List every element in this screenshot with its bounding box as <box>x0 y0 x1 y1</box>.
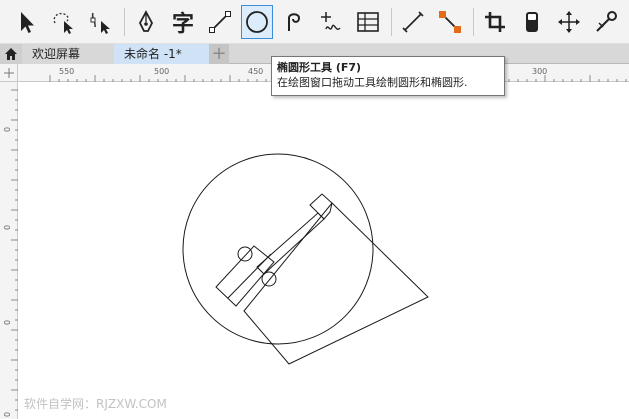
freehand-pick-tool-button[interactable] <box>47 5 79 39</box>
home-tab[interactable] <box>0 44 22 64</box>
connector-icon <box>439 11 461 33</box>
eyedropper-icon <box>596 11 617 32</box>
table-grid-icon <box>357 12 379 32</box>
ruler-label: 550 <box>59 67 74 76</box>
ruler-origin-icon <box>4 68 14 78</box>
tab-untitled-document[interactable]: 未命名 -1* <box>114 44 209 64</box>
eyedropper-tool-button[interactable] <box>590 5 622 39</box>
fill-tool-button[interactable] <box>516 5 548 39</box>
ruler-label: 500 <box>154 67 169 76</box>
drawing-canvas[interactable] <box>18 82 629 419</box>
lasso-pointer-icon <box>53 12 73 34</box>
move-arrows-icon <box>558 11 580 33</box>
node-pointer-icon <box>90 12 110 34</box>
pen-nib-icon <box>138 10 154 32</box>
new-tab-button[interactable]: + <box>209 44 229 64</box>
crop-icon <box>485 12 505 32</box>
ruler-label: 0 <box>3 412 12 417</box>
tooltip-description: 在绘图窗口拖动工具绘制圆形和椭圆形. <box>277 76 468 89</box>
dimension-tool-button[interactable] <box>397 5 429 39</box>
ruler-origin-corner[interactable] <box>0 64 18 82</box>
small-circle-right-shape[interactable] <box>261 271 277 287</box>
fill-bucket-icon <box>526 12 538 32</box>
tab-welcome-screen[interactable]: 欢迎屏幕 <box>22 44 114 64</box>
line-tool-button[interactable] <box>204 5 236 39</box>
line-icon <box>209 11 231 33</box>
vertical-ruler[interactable]: 0 0 0 0 <box>0 82 18 419</box>
pen-tool-button[interactable] <box>130 5 162 39</box>
divider-line-shape[interactable] <box>227 253 272 299</box>
rotated-rectangle-shape[interactable] <box>243 202 429 365</box>
ruler-label: 450 <box>248 67 263 76</box>
ruler-label: 0 <box>3 320 12 325</box>
ellipse-tool-button[interactable] <box>241 5 273 39</box>
tooltip-title: 椭圆形工具 (F7) <box>277 61 362 74</box>
drawing-artwork <box>182 153 429 365</box>
text-tool-button[interactable]: 字 <box>167 5 199 39</box>
shape-tool-button[interactable] <box>84 5 116 39</box>
spiral-tool-button[interactable] <box>278 5 310 39</box>
smart-drawing-tool-button[interactable] <box>315 5 347 39</box>
table-tool-button[interactable] <box>352 5 384 39</box>
connector-tool-button[interactable] <box>434 5 466 39</box>
toolbar-separator <box>124 8 125 36</box>
ellipse-icon <box>246 11 268 33</box>
pan-tool-button[interactable] <box>553 5 585 39</box>
toolbar-separator <box>391 8 392 36</box>
dimension-line-icon <box>402 11 424 33</box>
small-rectangle-shape[interactable] <box>215 245 275 307</box>
cursor-wave-icon <box>321 12 341 30</box>
text-icon: 字 <box>171 12 194 37</box>
pick-tool-button[interactable] <box>10 5 42 39</box>
home-icon <box>5 48 17 60</box>
arrow-pointer-icon <box>21 12 34 33</box>
watermark-text: 软件自学网：RJZXW.COM <box>24 397 167 411</box>
ellipse-tool-tooltip: 椭圆形工具 (F7) 在绘图窗口拖动工具绘制圆形和椭圆形. <box>271 56 505 96</box>
ruler-label: 0 <box>3 127 12 132</box>
main-toolbar: 字 <box>0 0 629 44</box>
ruler-label: 300 <box>532 67 547 76</box>
toolbar-separator <box>473 8 474 36</box>
spiral-icon <box>288 13 301 31</box>
handle-rectangle-shape[interactable] <box>256 212 325 275</box>
crop-tool-button[interactable] <box>479 5 511 39</box>
small-circle-left-shape[interactable] <box>237 246 253 262</box>
ruler-label: 0 <box>3 225 12 230</box>
